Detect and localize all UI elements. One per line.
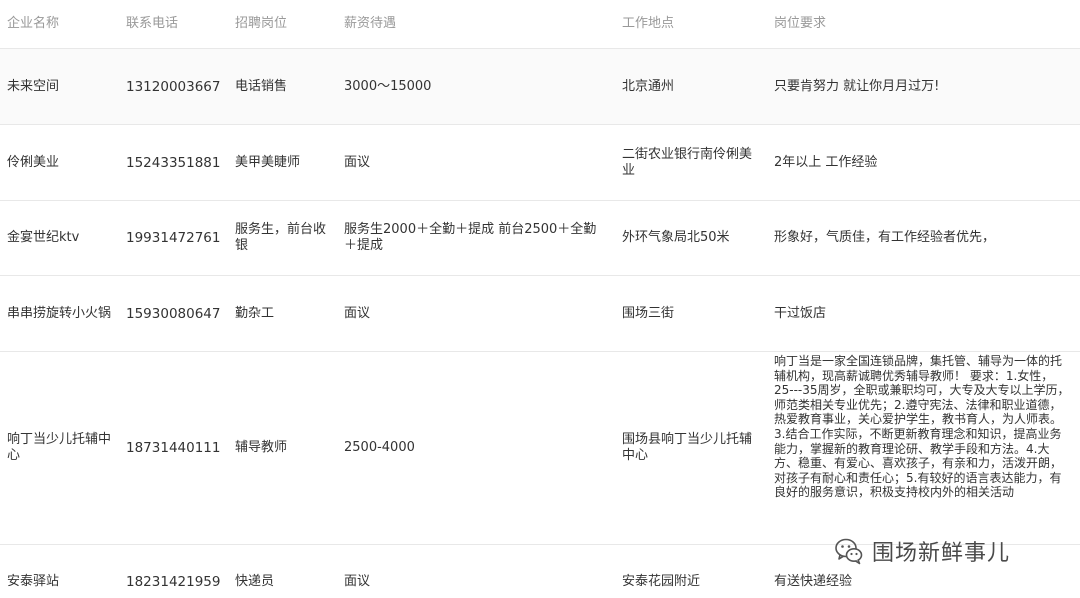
phone-cell: 19931472761 (126, 201, 226, 275)
salary-cell: 2500-4000 (344, 352, 599, 544)
position-name: 辅导教师 (235, 440, 288, 455)
table-row[interactable]: 串串捞旋转小火锅 15930080647 勤杂工 面议 围场三街 干过饭店 (0, 276, 1080, 352)
phone-cell: 15243351881 (126, 125, 226, 200)
position-name: 电话销售 (235, 78, 288, 94)
salary-cell: 面议 (344, 545, 599, 598)
requirements-cell: 2年以上 工作经验 (774, 125, 1070, 200)
header-label: 招聘岗位 (235, 16, 288, 31)
position-cell: 服务生，前台收银 (235, 201, 331, 275)
phone-number: 13120003667 (126, 78, 221, 95)
location-text: 安泰花园附近 (622, 574, 701, 589)
salary-cell: 面议 (344, 125, 599, 200)
table-row[interactable]: 未来空间 13120003667 电话销售 3000～15000 北京通州 只要… (0, 49, 1080, 125)
company-cell: 串串捞旋转小火锅 (7, 276, 112, 351)
salary-cell: 3000～15000 (344, 49, 599, 124)
position-name: 美甲美睫师 (235, 154, 301, 170)
salary-cell: 面议 (344, 276, 599, 351)
company-name: 伶俐美业 (7, 154, 60, 170)
header-label: 工作地点 (622, 16, 675, 31)
header-salary: 薪资待遇 (344, 0, 599, 48)
header-location: 工作地点 (622, 0, 757, 48)
position-cell: 勤杂工 (235, 276, 331, 351)
header-label: 岗位要求 (774, 16, 827, 31)
header-requirements: 岗位要求 (774, 0, 1070, 48)
position-cell: 辅导教师 (235, 352, 331, 544)
location-cell: 外环气象局北50米 (622, 201, 757, 275)
phone-number: 15930080647 (126, 305, 221, 322)
requirements-text: 响丁当是一家全国连锁品牌，集托管、辅导为一体的托辅机构，现高薪诚聘优秀辅导教师！… (774, 354, 1070, 500)
phone-cell: 15930080647 (126, 276, 226, 351)
phone-number: 15243351881 (126, 154, 221, 171)
phone-cell: 18731440111 (126, 352, 226, 544)
wechat-icon (835, 538, 863, 565)
requirements-text: 形象好，气质佳，有工作经验者优先， (774, 230, 996, 245)
location-cell: 围场县响丁当少儿托辅中心 (622, 352, 757, 544)
requirements-text: 干过饭店 (774, 305, 827, 321)
salary-text: 面议 (344, 574, 371, 589)
company-name: 串串捞旋转小火锅 (7, 305, 112, 321)
location-cell: 安泰花园附近 (622, 545, 757, 598)
company-cell: 响丁当少儿托辅中心 (7, 352, 112, 544)
company-name: 金宴世纪ktv (7, 230, 80, 245)
position-name: 快递员 (235, 574, 275, 589)
location-text: 围场三街 (622, 305, 675, 321)
phone-cell: 13120003667 (126, 49, 226, 124)
company-name: 响丁当少儿托辅中心 (7, 432, 112, 463)
requirements-cell: 只要肯努力 就让你月月过万! (774, 49, 1070, 124)
header-phone: 联系电话 (126, 0, 226, 48)
phone-cell: 18231421959 (126, 545, 226, 598)
requirements-text: 只要肯努力 就让你月月过万! (774, 78, 940, 94)
salary-text: 3000～15000 (344, 78, 432, 94)
company-cell: 金宴世纪ktv (7, 201, 112, 275)
table-row[interactable]: 响丁当少儿托辅中心 18731440111 辅导教师 2500-4000 围场县… (0, 352, 1080, 545)
table-row[interactable]: 伶俐美业 15243351881 美甲美睫师 面议 二街农业银行南伶俐美业 2年… (0, 125, 1080, 201)
header-company: 企业名称 (7, 0, 112, 48)
salary-cell: 服务生2000＋全勤＋提成 前台2500＋全勤＋提成 (344, 201, 599, 275)
position-name: 服务生，前台收银 (235, 222, 327, 253)
table-header: 企业名称 联系电话 招聘岗位 薪资待遇 工作地点 岗位要求 (0, 0, 1080, 49)
company-cell: 未来空间 (7, 49, 112, 124)
position-name: 勤杂工 (235, 305, 275, 321)
company-name: 未来空间 (7, 78, 60, 94)
position-cell: 美甲美睫师 (235, 125, 331, 200)
header-position: 招聘岗位 (235, 0, 331, 48)
salary-text: 面议 (344, 154, 371, 170)
location-text: 北京通州 (622, 78, 675, 94)
requirements-cell: 干过饭店 (774, 276, 1070, 351)
company-cell: 伶俐美业 (7, 125, 112, 200)
location-text: 二街农业银行南伶俐美业 (622, 146, 753, 178)
location-cell: 围场三街 (622, 276, 757, 351)
requirements-cell: 响丁当是一家全国连锁品牌，集托管、辅导为一体的托辅机构，现高薪诚聘优秀辅导教师！… (774, 352, 1070, 544)
header-label: 薪资待遇 (344, 16, 397, 31)
salary-text: 2500-4000 (344, 440, 415, 455)
requirements-text: 有送快递经验 (774, 574, 853, 589)
salary-text: 面议 (344, 305, 371, 321)
location-text: 外环气象局北50米 (622, 230, 730, 245)
salary-text: 服务生2000＋全勤＋提成 前台2500＋全勤＋提成 (344, 222, 597, 253)
requirements-cell: 形象好，气质佳，有工作经验者优先， (774, 201, 1070, 275)
requirements-text: 2年以上 工作经验 (774, 154, 878, 170)
phone-number: 18731440111 (126, 440, 221, 456)
company-cell: 安泰驿站 (7, 545, 112, 598)
location-text: 围场县响丁当少儿托辅中心 (622, 432, 753, 463)
location-cell: 北京通州 (622, 49, 757, 124)
header-label: 联系电话 (126, 16, 179, 31)
header-label: 企业名称 (7, 16, 60, 31)
position-cell: 快递员 (235, 545, 331, 598)
phone-number: 19931472761 (126, 230, 221, 246)
phone-number: 18231421959 (126, 574, 221, 590)
company-name: 安泰驿站 (7, 574, 60, 589)
position-cell: 电话销售 (235, 49, 331, 124)
table-row[interactable]: 金宴世纪ktv 19931472761 服务生，前台收银 服务生2000＋全勤＋… (0, 201, 1080, 276)
location-cell: 二街农业银行南伶俐美业 (622, 125, 757, 200)
watermark-text: 围场新鲜事儿 (872, 541, 1011, 566)
wechat-watermark: 围场新鲜事儿 (834, 535, 1010, 567)
